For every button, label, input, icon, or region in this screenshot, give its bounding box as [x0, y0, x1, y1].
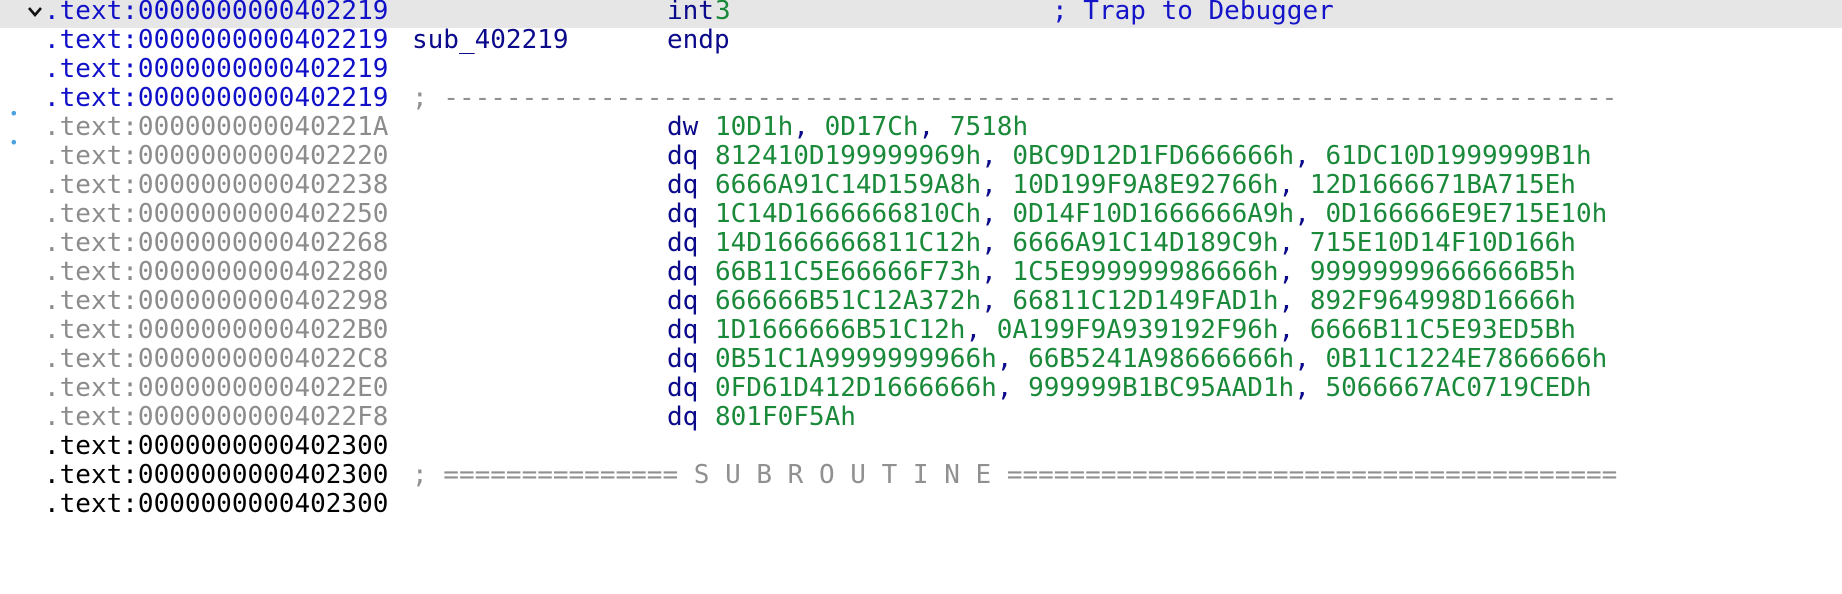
operand-value[interactable]: 0B51C1A9999999966h [715, 344, 997, 374]
operand-value[interactable]: 892F964998D16666h [1310, 286, 1576, 316]
operand-value[interactable]: 7518h [950, 112, 1028, 142]
operand-value[interactable]: 5066667AC0719CEDh [1326, 373, 1592, 403]
operand-value[interactable]: 0FD61D412D1666666h [715, 373, 997, 403]
operand-value[interactable]: 61DC10D1999999B1h [1326, 141, 1592, 171]
operand-separator: , [996, 344, 1029, 374]
operand-separator: , [1278, 286, 1310, 316]
disassembly-listing[interactable]: •.text:0000000000402219int3; Trap to Deb… [0, 0, 1842, 594]
operand-value[interactable]: 0D17Ch [825, 112, 919, 142]
operand-value[interactable]: 715E10D14F10D166h [1310, 228, 1576, 258]
operand-value[interactable]: 1C5E999999986666h [1012, 257, 1278, 287]
operand-value[interactable]: 6666A91C14D189C9h [1012, 228, 1278, 258]
listing-line[interactable]: .text:0000000000402300 [0, 487, 1842, 521]
operand-separator: , [1278, 315, 1310, 345]
operand-value[interactable]: 0B11C1224E7866666h [1326, 344, 1608, 374]
breakpoint-marker-icon: • [9, 0, 19, 6]
operand-separator: , [981, 228, 1013, 258]
line-address[interactable]: .text:0000000000402300 [44, 487, 388, 521]
breakpoint-marker-icon: • [9, 104, 19, 123]
operand-value[interactable]: 66B11C5E66666F73h [715, 257, 981, 287]
operand-separator: , [981, 141, 1013, 171]
operand-value[interactable]: 0A199F9A939192F96h [997, 315, 1279, 345]
operand-value[interactable]: 66811C12D149FAD1h [1012, 286, 1278, 316]
operand-separator: , [1278, 228, 1310, 258]
operand-value[interactable]: 6666B11C5E93ED5Bh [1310, 315, 1576, 345]
operand-value[interactable]: 1D1666666B51C12h [715, 315, 965, 345]
operand-separator: , [918, 112, 950, 142]
operand-value[interactable]: 1C14D1666666810Ch [715, 199, 981, 229]
operand-separator: , [1278, 257, 1310, 287]
operand-value[interactable]: 10D199F9A8E92766h [1012, 170, 1278, 200]
operand-separator: , [1294, 199, 1326, 229]
operand-value[interactable]: 99999999666666B5h [1310, 257, 1576, 287]
operand-separator: , [981, 286, 1013, 316]
operand-separator: , [981, 199, 1013, 229]
operand-separator: , [793, 112, 825, 142]
operand-value[interactable]: 66B5241A98666666h [1028, 344, 1294, 374]
operand-value[interactable]: 0D14F10D1666666A9h [1012, 199, 1294, 229]
operand-separator: , [1294, 344, 1326, 374]
operand-separator: , [996, 373, 1029, 403]
operand-value[interactable]: 812410D199999969h [715, 141, 981, 171]
operand-value[interactable]: 801F0F5Ah [715, 402, 856, 432]
operand-value[interactable]: 666666B51C12A372h [715, 286, 981, 316]
operand-separator: , [1294, 373, 1326, 403]
collapse-chevron-icon[interactable] [27, 0, 43, 17]
operand-separator: , [1278, 170, 1310, 200]
operand-value[interactable]: 6666A91C14D159A8h [715, 170, 981, 200]
operand-value[interactable]: 999999B1BC95AAD1h [1028, 373, 1294, 403]
operand-value[interactable]: 14D1666666811C12h [715, 228, 981, 258]
operand-value[interactable]: 0D166666E9E715E10h [1326, 199, 1608, 229]
operand-value[interactable]: 12D1666671BA715Eh [1310, 170, 1576, 200]
operand-separator: , [981, 170, 1013, 200]
breakpoint-marker-icon: • [9, 133, 19, 152]
operand-separator: , [965, 315, 997, 345]
operand-separator: , [981, 257, 1013, 287]
operand-value[interactable]: 10D1h [715, 112, 793, 142]
operand-separator: , [1294, 141, 1326, 171]
operand-value[interactable]: 0BC9D12D1FD666666h [1012, 141, 1294, 171]
